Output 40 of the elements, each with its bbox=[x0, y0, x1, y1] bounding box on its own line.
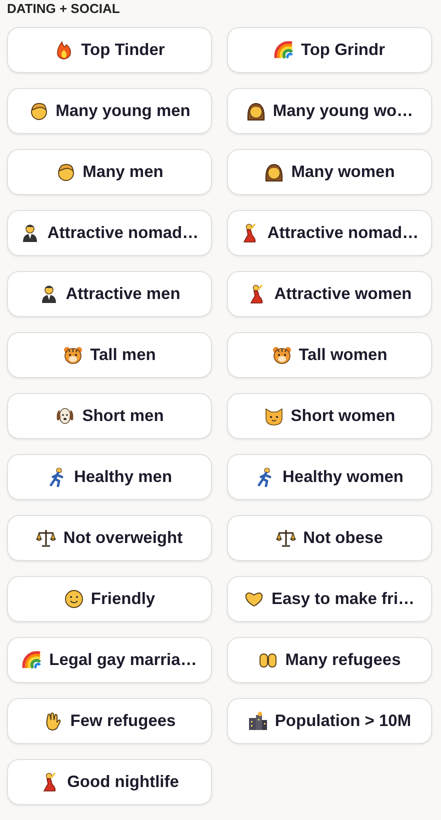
filter-button[interactable]: Many young wo… bbox=[227, 88, 432, 134]
filter-button[interactable]: Attractive nomad… bbox=[227, 210, 432, 256]
filter-button[interactable]: Attractive women bbox=[227, 271, 432, 317]
filter-button[interactable]: Not overweight bbox=[7, 515, 212, 561]
filter-button[interactable]: Tall women bbox=[227, 332, 432, 378]
tiger-icon bbox=[63, 345, 84, 365]
woman-icon bbox=[264, 162, 284, 182]
filter-button[interactable]: Not obese bbox=[227, 515, 432, 561]
man-icon bbox=[56, 162, 76, 182]
filter-button[interactable]: Population > 10M bbox=[227, 698, 432, 744]
smiley-icon bbox=[64, 589, 84, 609]
filter-button[interactable]: Friendly bbox=[7, 576, 212, 622]
rainbow-icon bbox=[22, 650, 42, 670]
filter-button[interactable]: Attractive nomad… bbox=[7, 210, 212, 256]
filter-button[interactable]: Many refugees bbox=[227, 637, 432, 683]
filter-button[interactable]: Many women bbox=[227, 149, 432, 195]
tiger-icon bbox=[272, 345, 292, 365]
scales-icon bbox=[36, 528, 56, 548]
buildings-icon bbox=[248, 711, 268, 731]
filter-button[interactable]: Top Grindr bbox=[227, 27, 432, 73]
filter-button[interactable]: Attractive men bbox=[7, 271, 212, 317]
man-icon bbox=[28, 101, 49, 121]
filter-button[interactable]: Easy to make fri… bbox=[227, 576, 432, 622]
filter-button[interactable]: Legal gay marria… bbox=[7, 637, 212, 683]
rainbow-icon bbox=[274, 40, 294, 60]
filter-button[interactable]: Many young men bbox=[7, 88, 212, 134]
filter-button[interactable]: Tall men bbox=[7, 332, 212, 378]
filter-button[interactable]: Many men bbox=[7, 149, 212, 195]
filter-button[interactable]: Healthy women bbox=[227, 454, 432, 500]
dog-icon bbox=[55, 406, 76, 426]
filter-button[interactable]: Short men bbox=[7, 393, 212, 439]
filter-button[interactable]: Top Tinder bbox=[7, 27, 212, 73]
filter-button[interactable]: Healthy men bbox=[7, 454, 212, 500]
filter-button[interactable]: Few refugees bbox=[7, 698, 212, 744]
cat-icon bbox=[264, 406, 284, 426]
scales-icon bbox=[276, 528, 296, 548]
filter-button[interactable]: Short women bbox=[227, 393, 432, 439]
woman-icon bbox=[246, 101, 266, 121]
filter-button[interactable]: Good nightlife bbox=[7, 759, 212, 805]
section-title: DATING + SOCIAL bbox=[7, 0, 121, 18]
